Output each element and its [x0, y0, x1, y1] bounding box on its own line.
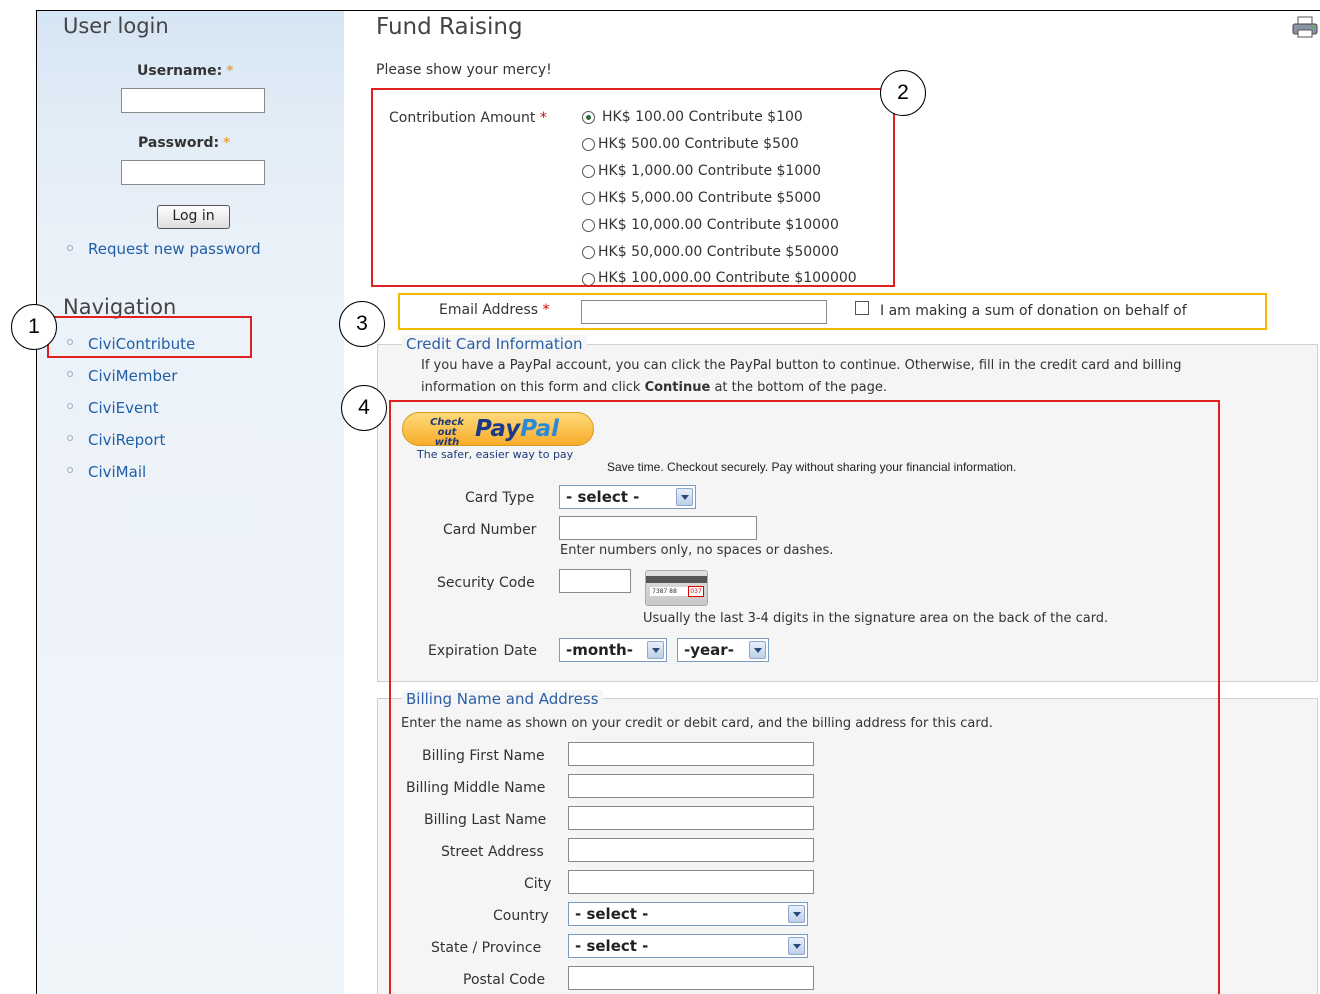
- printer-icon[interactable]: [1292, 16, 1318, 38]
- username-label: Username: *: [137, 63, 234, 79]
- annotation-marker-3: 3: [339, 301, 385, 347]
- page-title: Fund Raising: [376, 14, 523, 40]
- annotation-box-2: [371, 88, 895, 287]
- password-input[interactable]: [121, 160, 265, 185]
- username-input[interactable]: [121, 88, 265, 113]
- bullet-icon: [67, 467, 73, 473]
- annotation-box-4: [389, 400, 1220, 994]
- bullet-icon: [67, 435, 73, 441]
- bullet-icon: [67, 245, 73, 251]
- nav-item-civireport[interactable]: CiviReport: [88, 431, 165, 449]
- annotation-box-3: [398, 293, 1267, 330]
- nav-item-civievent[interactable]: CiviEvent: [88, 399, 159, 417]
- request-password-link[interactable]: Request new password: [88, 240, 261, 258]
- nav-item-civimember[interactable]: CiviMember: [88, 367, 177, 385]
- cc-help-line-1: If you have a PayPal account, you can cl…: [421, 358, 1182, 373]
- annotation-box-1: [47, 316, 252, 358]
- intro-text: Please show your mercy!: [376, 62, 552, 78]
- bullet-icon: [67, 403, 73, 409]
- bullet-icon: [67, 371, 73, 377]
- login-button[interactable]: Log in: [157, 205, 230, 229]
- annotation-marker-4: 4: [341, 385, 387, 431]
- credit-card-legend: Credit Card Information: [402, 335, 587, 353]
- sidebar: [37, 11, 344, 994]
- nav-item-civimail[interactable]: CiviMail: [88, 463, 146, 481]
- annotation-marker-2: 2: [880, 70, 926, 116]
- user-login-title: User login: [63, 14, 169, 38]
- annotation-marker-1: 1: [11, 304, 57, 350]
- cc-help-line-2: information on this form and click Conti…: [421, 380, 887, 395]
- password-label: Password: *: [138, 135, 231, 151]
